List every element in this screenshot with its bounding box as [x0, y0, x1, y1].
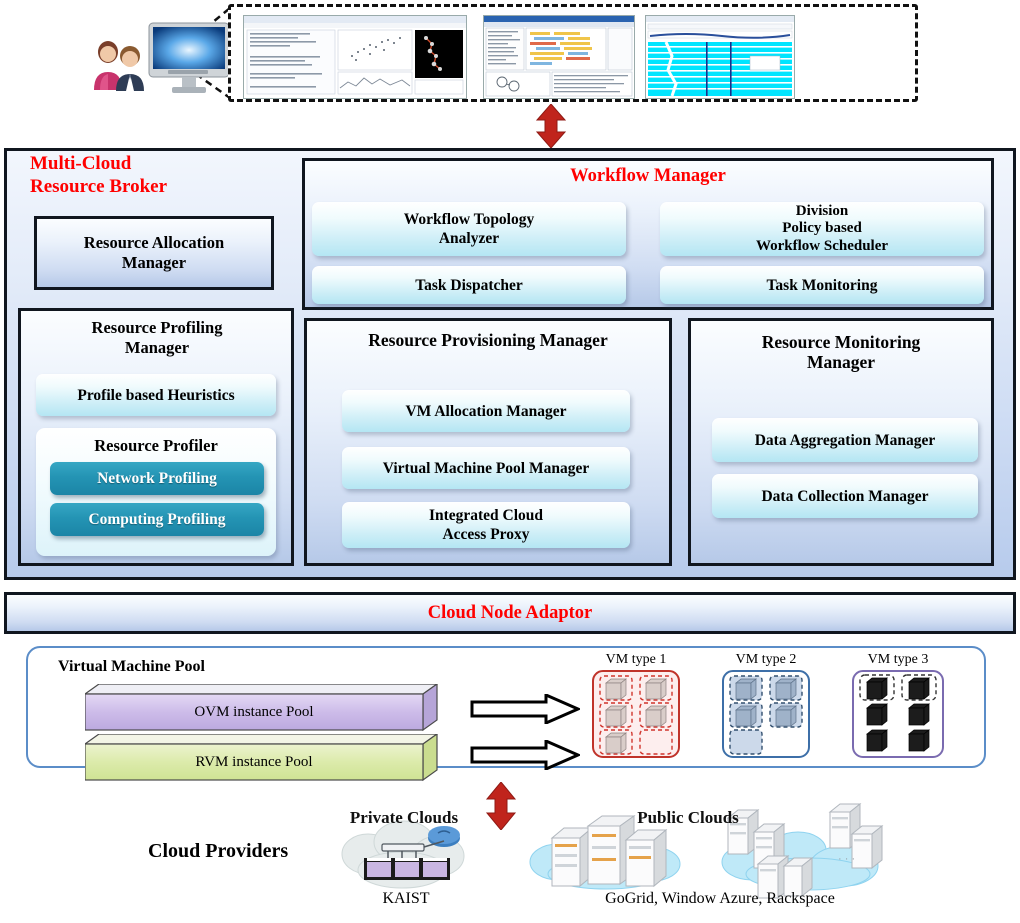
- broker-title: Multi-Cloud Resource Broker: [30, 152, 280, 198]
- public-clouds-sub: GoGrid, Window Azure, Rackspace: [605, 890, 835, 907]
- task-monitoring-box[interactable]: Task Monitoring: [660, 266, 984, 304]
- dpbws-line3: Workflow Scheduler: [755, 237, 889, 254]
- workflow-manager-title: Workflow Manager: [570, 166, 726, 186]
- vm-type-2-group[interactable]: VM type 2: [722, 652, 810, 760]
- private-clouds-label: Private Clouds: [349, 808, 459, 827]
- pool-to-vmtype-arrow-2: [470, 740, 580, 770]
- vm-type-2-label: VM type 2: [735, 652, 797, 667]
- virtual-machine-pool-manager-box[interactable]: Virtual Machine Pool Manager: [342, 447, 630, 489]
- computing-profiling-label: Computing Profiling: [88, 511, 226, 528]
- dcm-label: Data Collection Manager: [761, 487, 929, 505]
- task-dispatcher-box[interactable]: Task Dispatcher: [312, 266, 626, 304]
- resource-provisioning-manager-title: Resource Provisioning Manager: [368, 330, 608, 350]
- red-double-arrow-bottom: [485, 782, 517, 830]
- icap-label: Integrated Cloud Access Proxy: [429, 506, 543, 544]
- wta-label: Workflow Topology Analyzer: [404, 210, 535, 248]
- ram-line1: Resource Allocation: [83, 233, 225, 252]
- broker-title-line1: Multi-Cloud: [30, 153, 132, 174]
- resource-profiling-manager-title: Resource Profiling Manager: [34, 318, 280, 358]
- virtual-machine-pool-title: Virtual Machine Pool: [58, 658, 205, 675]
- network-profiling-label: Network Profiling: [97, 470, 217, 487]
- red-double-arrow-top: [535, 104, 567, 148]
- task-dispatcher-label: Task Dispatcher: [415, 276, 523, 294]
- icap-line1: Integrated Cloud: [428, 507, 544, 524]
- vm-type-1-frame: [592, 670, 680, 758]
- network-profiling-box[interactable]: Network Profiling: [50, 462, 264, 495]
- vmpm-label: Virtual Machine Pool Manager: [382, 459, 590, 477]
- dpbws-label: Division Policy based Workflow Scheduler: [756, 203, 888, 256]
- vm-type-3-frame: [852, 670, 944, 758]
- vm-type-1-group[interactable]: VM type 1: [592, 652, 680, 760]
- svg-text:· · ·: · · ·: [838, 853, 855, 865]
- cloud-node-adaptor-box[interactable]: Cloud Node Adaptor: [4, 592, 1016, 634]
- broker-title-line2: Resource Broker: [30, 176, 168, 197]
- vm-type-3-label: VM type 3: [867, 652, 929, 667]
- scientific-applications-band: Scientific Applications: [0, 0, 1020, 110]
- users-icon: [94, 41, 144, 91]
- ram-line2: Manager: [121, 253, 187, 272]
- app-screenshot-2: [483, 15, 635, 99]
- vm-type-3-group[interactable]: VM type 3: [852, 652, 944, 760]
- vm-type-1-label: VM type 1: [605, 652, 667, 667]
- public-clouds-label: Public Clouds: [637, 808, 739, 827]
- wta-line1: Workflow Topology: [403, 211, 535, 228]
- pbh-label: Profile based Heuristics: [77, 386, 235, 404]
- dagm-label: Data Aggregation Manager: [754, 431, 936, 449]
- app-screenshot-3: [645, 15, 795, 99]
- applications-frame: Scientific Applications: [228, 4, 918, 102]
- pool-to-vmtype-arrow-1: [470, 694, 580, 724]
- vmam-label: VM Allocation Manager: [405, 402, 567, 420]
- resource-monitoring-manager-title: Resource Monitoring Manager: [694, 332, 988, 372]
- vm-type-2-frame: [722, 670, 810, 758]
- ovm-instance-pool-bar[interactable]: OVM instance Pool: [85, 684, 441, 732]
- task-monitoring-label: Task Monitoring: [766, 276, 878, 294]
- dpbws-line2: Policy based: [782, 220, 862, 237]
- vm-allocation-manager-box[interactable]: VM Allocation Manager: [342, 390, 630, 432]
- rpm-line1: Resource Profiling: [91, 318, 223, 337]
- ram-label: Resource Allocation Manager: [84, 233, 224, 273]
- integrated-cloud-access-proxy-box[interactable]: Integrated Cloud Access Proxy: [342, 502, 630, 548]
- cloud-providers-label: Cloud Providers: [148, 840, 289, 862]
- rmm-line2: Manager: [806, 352, 876, 372]
- data-aggregation-manager-box[interactable]: Data Aggregation Manager: [712, 418, 978, 462]
- wta-line2: Analyzer: [438, 230, 500, 247]
- desktop-monitor-icon: [148, 22, 230, 93]
- resource-allocation-manager-box[interactable]: Resource Allocation Manager: [34, 216, 274, 290]
- cloud-node-adaptor-label: Cloud Node Adaptor: [427, 602, 593, 623]
- profile-based-heuristics-box[interactable]: Profile based Heuristics: [36, 374, 276, 416]
- computing-profiling-box[interactable]: Computing Profiling: [50, 503, 264, 536]
- resource-profiler-title: Resource Profiler: [94, 436, 218, 455]
- icap-line2: Access Proxy: [442, 526, 530, 543]
- rvm-instance-pool-bar[interactable]: RVM instance Pool: [85, 734, 441, 782]
- private-cloud-icon: [341, 820, 465, 889]
- rmm-line1: Resource Monitoring: [761, 332, 921, 352]
- division-policy-based-workflow-scheduler-box[interactable]: Division Policy based Workflow Scheduler: [660, 202, 984, 256]
- ovm-label: OVM instance Pool: [194, 703, 314, 720]
- dpbws-line1: Division: [795, 202, 849, 219]
- private-clouds-sub: KAIST: [382, 890, 430, 907]
- workflow-topology-analyzer-box[interactable]: Workflow Topology Analyzer: [312, 202, 626, 256]
- rvm-label: RVM instance Pool: [195, 753, 313, 770]
- rpm-line2: Manager: [124, 338, 190, 357]
- data-collection-manager-box[interactable]: Data Collection Manager: [712, 474, 978, 518]
- app-screenshot-1: [243, 15, 467, 99]
